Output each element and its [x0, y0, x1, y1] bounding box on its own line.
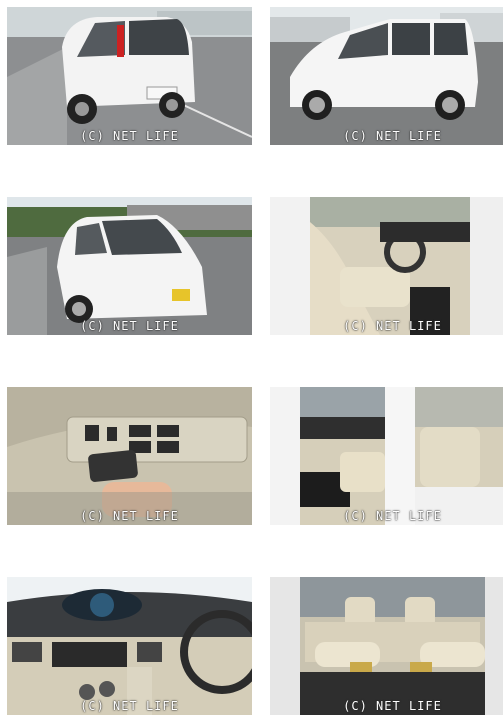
watermark: (C) NET LIFE [80, 129, 179, 143]
car-photo-rear-seats[interactable]: (C) NET LIFE [270, 577, 503, 715]
front-seats-image [270, 197, 503, 335]
watermark: (C) NET LIFE [343, 509, 442, 523]
watermark: (C) NET LIFE [80, 319, 179, 333]
window-switches-image [7, 387, 252, 525]
watermark: (C) NET LIFE [80, 509, 179, 523]
car-photo-front-seats[interactable]: (C) NET LIFE [270, 197, 503, 335]
car-photo-window-switches[interactable]: (C) NET LIFE [7, 387, 252, 525]
watermark: (C) NET LIFE [343, 129, 442, 143]
car-front-image [7, 197, 252, 335]
car-photo-dashboard[interactable]: (C) NET LIFE [7, 577, 252, 715]
car-photo-rear-three-quarter[interactable]: (C) NET LIFE [7, 7, 252, 145]
car-photo-side[interactable]: (C) NET LIFE [270, 7, 503, 145]
rear-seats-image [270, 577, 503, 715]
car-rear-image [7, 7, 252, 145]
watermark: (C) NET LIFE [343, 699, 442, 713]
watermark: (C) NET LIFE [343, 319, 442, 333]
car-side-image [270, 7, 503, 145]
car-photo-interior-side[interactable]: (C) NET LIFE [270, 387, 503, 525]
car-photo-front-three-quarter[interactable]: (C) NET LIFE [7, 197, 252, 335]
interior-side-image [270, 387, 503, 525]
watermark: (C) NET LIFE [80, 699, 179, 713]
dashboard-image [7, 577, 252, 715]
